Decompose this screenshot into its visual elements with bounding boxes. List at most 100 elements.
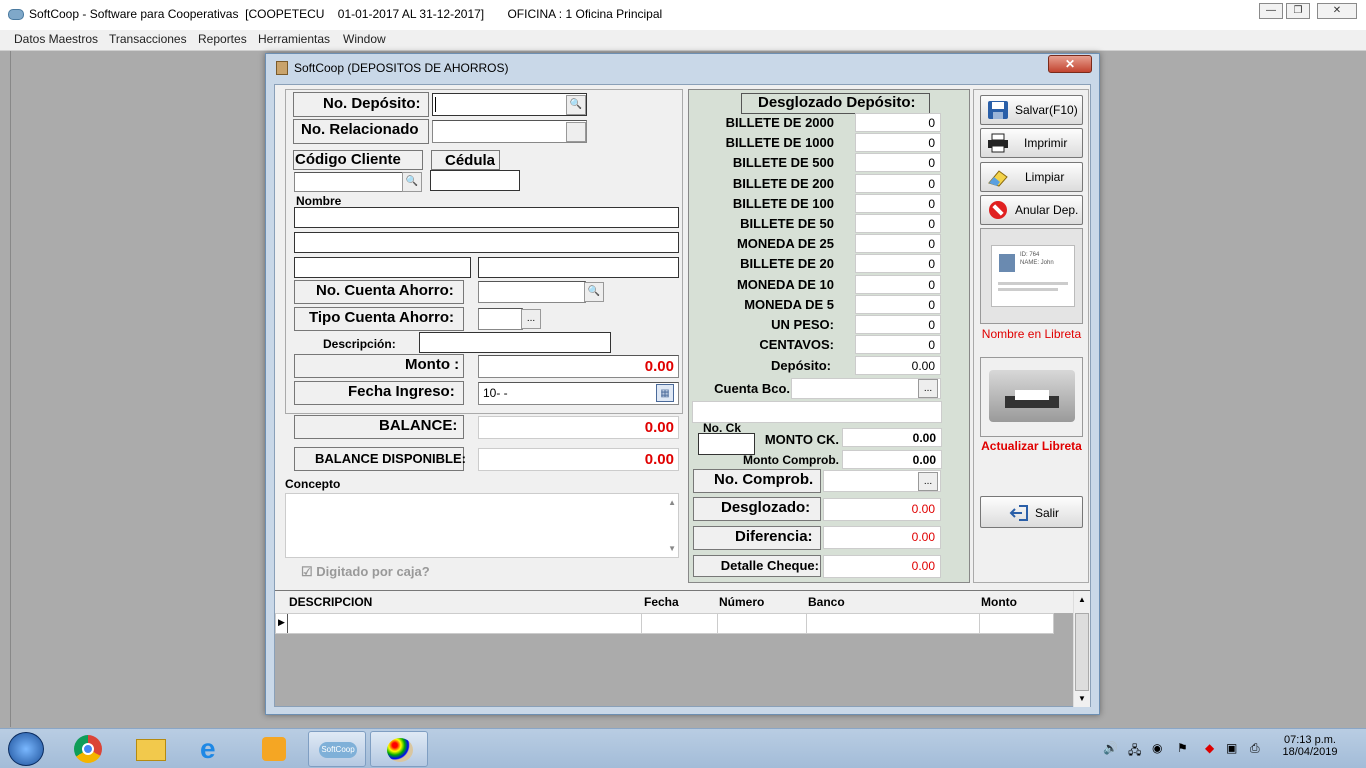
- salvar-label: Salvar(F10): [1015, 103, 1078, 117]
- monto-ck-value[interactable]: 0.00: [842, 428, 942, 447]
- start-button[interactable]: [8, 732, 44, 766]
- minimize-button[interactable]: —: [1259, 3, 1283, 19]
- dialog-close-button[interactable]: ✕: [1048, 55, 1092, 73]
- grid-new-row[interactable]: ▶: [275, 613, 1054, 634]
- security-icon[interactable]: ◉: [1152, 741, 1162, 755]
- volume-icon[interactable]: 🔊: [1103, 741, 1118, 755]
- nombre-input-4[interactable]: [478, 257, 679, 278]
- col-fecha[interactable]: Fecha: [644, 595, 679, 609]
- chrome-taskbar-button[interactable]: [60, 731, 118, 767]
- desglose-row-input[interactable]: 0: [855, 315, 941, 334]
- concepto-textarea[interactable]: ▲ ▼: [285, 493, 679, 558]
- desglose-row-input[interactable]: 0: [855, 173, 941, 193]
- tipo-cuenta-button[interactable]: ...: [521, 309, 541, 329]
- monto-input[interactable]: 0.00: [478, 355, 679, 378]
- clock[interactable]: 07:13 p.m. 18/04/2019: [1280, 734, 1340, 758]
- deposito-total-label: Depósito:: [771, 358, 831, 373]
- grid-header: DESCRIPCION Fecha Número Banco Monto: [275, 591, 1073, 613]
- grid-scroll-thumb[interactable]: [1075, 613, 1089, 691]
- exit-icon: [1009, 505, 1028, 521]
- menu-window[interactable]: Window: [343, 32, 386, 46]
- nombre-libreta-label[interactable]: Nombre en Libreta: [980, 327, 1083, 341]
- menu-herramientas[interactable]: Herramientas: [258, 32, 330, 46]
- desglose-row-input[interactable]: 0: [855, 254, 941, 274]
- no-ck-input[interactable]: [698, 433, 755, 455]
- search-cliente-icon[interactable]: 🔍: [402, 172, 422, 192]
- detalle-label[interactable]: Detalle Cheque:: [695, 558, 819, 573]
- calendar-icon[interactable]: ▦: [656, 384, 674, 402]
- clock-time: 07:13 p.m.: [1284, 734, 1336, 746]
- desglose-row-input[interactable]: 0: [855, 294, 941, 314]
- grid-scrollbar[interactable]: ▲ ▼: [1073, 591, 1090, 707]
- printer-image[interactable]: [980, 357, 1083, 437]
- grid-scroll-down-icon[interactable]: ▼: [1078, 694, 1086, 703]
- search-deposito-icon[interactable]: 🔍: [566, 95, 586, 115]
- app-titlebar: SoftCoop - Software para Cooperativas [C…: [0, 0, 1366, 30]
- col-descripcion[interactable]: DESCRIPCION: [289, 595, 372, 609]
- no-comprob-button[interactable]: ...: [918, 472, 938, 491]
- media-taskbar-button[interactable]: [246, 731, 304, 767]
- menu-reportes[interactable]: Reportes: [198, 32, 247, 46]
- paint-taskbar-button[interactable]: [370, 731, 428, 767]
- flag-icon[interactable]: ⚑: [1177, 741, 1188, 755]
- codigo-cliente-label: Código Cliente: [295, 151, 401, 168]
- menu-datos-maestros[interactable]: Datos Maestros: [14, 32, 98, 46]
- diferencia-label: Diferencia:: [735, 528, 813, 545]
- actualizar-libreta-label[interactable]: Actualizar Libreta: [980, 439, 1083, 453]
- display-icon[interactable]: ▣: [1226, 741, 1237, 755]
- no-entry-icon: [989, 201, 1007, 219]
- menu-transacciones[interactable]: Transacciones: [109, 32, 187, 46]
- no-relacionado-input[interactable]: [432, 120, 587, 143]
- app-title: SoftCoop - Software para Cooperativas [C…: [29, 7, 663, 21]
- anular-button[interactable]: Anular Dep.: [980, 195, 1083, 225]
- col-monto[interactable]: Monto: [981, 595, 1017, 609]
- monto-comprob-value[interactable]: 0.00: [842, 450, 942, 469]
- grid-scroll-up-icon[interactable]: ▲: [1078, 595, 1086, 604]
- salir-button[interactable]: Salir: [980, 496, 1083, 528]
- desglose-row-label: BILLETE DE 50: [740, 216, 834, 231]
- printer-tray-icon[interactable]: ⎙: [1250, 741, 1260, 756]
- libreta-card-image[interactable]: ID: 764 NAME: John: [980, 228, 1083, 324]
- desglose-row-input[interactable]: 0: [855, 193, 941, 213]
- limpiar-label: Limpiar: [1025, 170, 1065, 184]
- nombre-input-3[interactable]: [294, 257, 471, 278]
- tipo-cuenta-input[interactable]: [478, 308, 523, 330]
- network-icon[interactable]: 🖧: [1128, 741, 1141, 762]
- desglose-row-input[interactable]: 0: [855, 234, 941, 254]
- search-cuenta-icon[interactable]: 🔍: [584, 282, 604, 302]
- digitado-checkbox[interactable]: ☑ Digitado por caja?: [301, 564, 430, 580]
- ie-taskbar-button[interactable]: e: [184, 731, 242, 767]
- explorer-taskbar-button[interactable]: [122, 731, 180, 767]
- nombre-input-2[interactable]: [294, 232, 679, 253]
- desglose-row-input[interactable]: 0: [855, 274, 941, 294]
- desglose-row-input[interactable]: 0: [855, 153, 941, 173]
- softcoop-taskbar-button[interactable]: SoftCoop: [308, 731, 366, 767]
- scroll-up-icon[interactable]: ▲: [668, 498, 676, 507]
- col-banco[interactable]: Banco: [808, 595, 845, 609]
- desglose-row-input[interactable]: 0: [855, 113, 941, 132]
- passbook-printer-icon: [989, 370, 1075, 422]
- no-deposito-input[interactable]: [432, 93, 587, 116]
- no-cuenta-input[interactable]: [478, 281, 586, 303]
- salvar-button[interactable]: Salvar(F10): [980, 95, 1083, 125]
- relacionado-button[interactable]: [566, 122, 586, 142]
- imprimir-button[interactable]: Imprimir: [980, 128, 1083, 158]
- balance-value: 0.00: [478, 416, 679, 439]
- col-numero[interactable]: Número: [719, 595, 764, 609]
- cuenta-bco-button[interactable]: ...: [918, 379, 938, 398]
- balance-label: BALANCE:: [379, 417, 458, 434]
- desglose-title: Desglozado Depósito:: [758, 94, 916, 111]
- limpiar-button[interactable]: Limpiar: [980, 162, 1083, 192]
- alert-icon[interactable]: ◆: [1205, 741, 1214, 755]
- cedula-input[interactable]: [430, 170, 520, 191]
- desglose-row-input[interactable]: 0: [855, 133, 941, 153]
- close-app-button[interactable]: ✕: [1317, 3, 1357, 19]
- maximize-button[interactable]: ❐: [1286, 3, 1310, 19]
- fecha-input[interactable]: 10- -: [478, 382, 679, 405]
- save-icon: [988, 101, 1008, 119]
- scroll-down-icon[interactable]: ▼: [668, 544, 676, 553]
- nombre-input-1[interactable]: [294, 207, 679, 228]
- descripcion-input[interactable]: [419, 332, 611, 353]
- desglose-row-input[interactable]: 0: [855, 335, 941, 355]
- desglose-row-input[interactable]: 0: [855, 214, 941, 233]
